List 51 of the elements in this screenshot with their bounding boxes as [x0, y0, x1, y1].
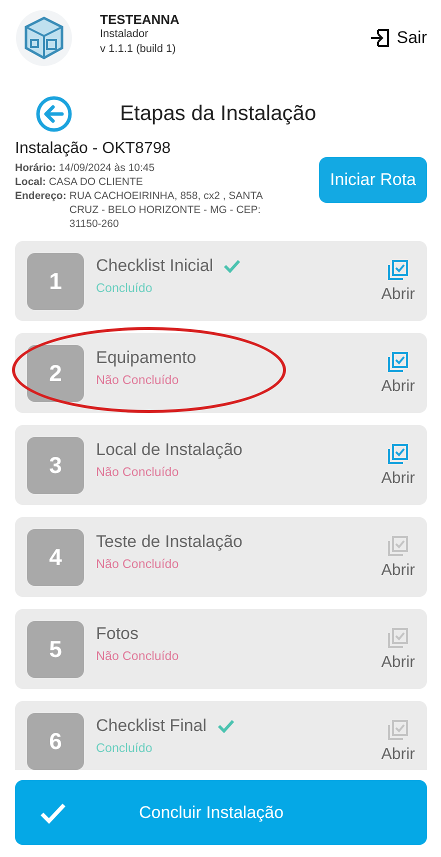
- app-version: v 1.1.1 (build 1): [100, 42, 177, 56]
- step-card[interactable]: 4 Teste de Instalação Não Concluído Abrir: [15, 517, 427, 597]
- logout-button[interactable]: Sair: [368, 26, 427, 50]
- step-title: Local de Instalação: [96, 440, 242, 460]
- open-button[interactable]: Abrir: [381, 442, 415, 488]
- step-status: Não Concluído: [96, 464, 180, 478]
- step-title: Fotos: [96, 624, 139, 644]
- checkbox-stack-icon: [386, 350, 410, 374]
- step-card[interactable]: 3 Local de Instalação Não Concluído Abrir: [15, 425, 427, 505]
- step-status: Concluído: [96, 280, 154, 294]
- step-title: Checklist Inicial: [96, 256, 214, 276]
- field-label: Endereço:: [15, 189, 66, 204]
- checkbox-stack-icon: [386, 442, 410, 466]
- step-title: Teste de Instalação: [96, 532, 242, 552]
- installation-title: Instalação - OKT8798: [15, 140, 172, 158]
- open-button[interactable]: Abrir: [381, 626, 415, 672]
- step-title: Equipamento: [96, 348, 196, 368]
- step-status: Não Concluído: [96, 372, 180, 386]
- app-logo-icon: [16, 10, 72, 66]
- field-value: 14/09/2024 às 10:45: [58, 161, 156, 175]
- step-number: 2: [27, 344, 84, 402]
- step-card[interactable]: 5 Fotos Não Concluído Abrir: [15, 609, 427, 689]
- step-card[interactable]: 1 Checklist Inicial Concluído Abrir: [15, 241, 427, 321]
- checkbox-stack-icon: [386, 258, 410, 282]
- app-role: Instalador: [100, 26, 150, 42]
- step-status: Não Concluído: [96, 556, 180, 570]
- app-name: TESTEANNA: [100, 12, 180, 26]
- step-number: 4: [27, 528, 84, 586]
- step-status: Concluído: [96, 740, 154, 754]
- step-number: 3: [27, 436, 84, 494]
- open-button[interactable]: Abrir: [381, 534, 415, 580]
- page-title: Etapas da Instalação: [120, 102, 316, 126]
- open-button[interactable]: Abrir: [381, 350, 415, 396]
- field-label: Local:: [15, 175, 46, 189]
- step-status: Não Concluído: [96, 648, 180, 662]
- step-number: 1: [27, 252, 84, 310]
- back-icon[interactable]: [35, 95, 73, 133]
- step-number: 6: [27, 712, 84, 770]
- open-button[interactable]: Abrir: [381, 718, 415, 764]
- checkbox-stack-icon: [386, 626, 410, 650]
- field-value: RUA CACHOEIRINHA, 858, cx2 , SANTA CRUZ - BELO HORIZONTE - MG - CEP: 31150-260: [69, 189, 264, 231]
- finish-installation-button[interactable]: Concluir Instalação: [15, 780, 427, 845]
- field-value: CASA DO CLIENTE: [48, 175, 144, 189]
- step-number: 5: [27, 620, 84, 678]
- step-card[interactable]: 6 Checklist Final Concluído Abrir: [15, 701, 427, 770]
- checkbox-stack-icon: [386, 718, 410, 742]
- open-button[interactable]: Abrir: [381, 258, 415, 304]
- field-label: Horário:: [15, 161, 56, 175]
- step-title: Checklist Final: [96, 716, 207, 736]
- start-route-button[interactable]: Iniciar Rota: [319, 157, 427, 203]
- checkbox-stack-icon: [386, 534, 410, 558]
